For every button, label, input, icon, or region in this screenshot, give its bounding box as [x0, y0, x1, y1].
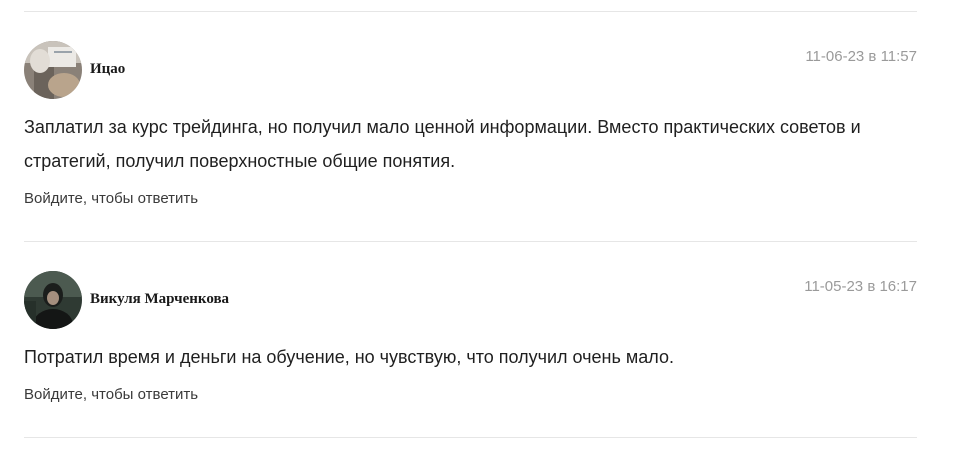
divider [24, 241, 917, 242]
reply-login-link[interactable]: Войдите, чтобы ответить [24, 386, 198, 403]
divider [24, 11, 917, 12]
avatar-photo-icon [24, 271, 82, 329]
comment-author[interactable]: Викуля Марченкова [90, 291, 229, 308]
divider [24, 437, 917, 438]
comment-date: 11-05-23 в 16:17 [804, 278, 917, 295]
avatar[interactable] [24, 41, 82, 99]
comment-author[interactable]: Ицао [90, 61, 125, 78]
comment-text: Потратил время и деньги на обучение, но … [24, 347, 674, 367]
comment-date: 11-06-23 в 11:57 [805, 48, 917, 65]
comment-text: Заплатил за курс трейдинга, но получил м… [24, 117, 861, 171]
avatar[interactable] [24, 271, 82, 329]
reply-login-link[interactable]: Войдите, чтобы ответить [24, 190, 198, 207]
avatar-photo-icon [24, 41, 82, 99]
